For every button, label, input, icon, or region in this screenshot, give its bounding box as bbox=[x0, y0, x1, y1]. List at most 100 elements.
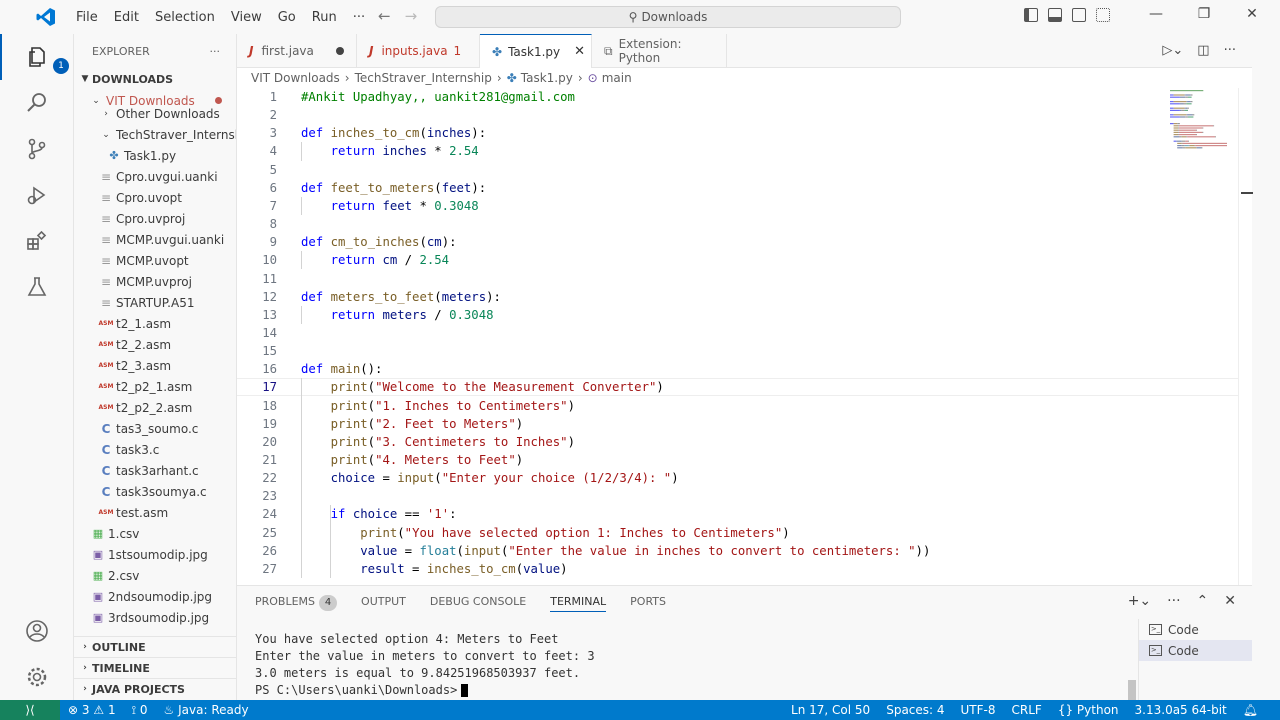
file-tree-item[interactable]: ≡ Cpro.uvgui.uanki bbox=[74, 166, 236, 187]
menu-item[interactable]: Selection bbox=[147, 10, 223, 25]
tab-extension-python[interactable]: ⧉ Extension: Python bbox=[592, 34, 727, 68]
java-status[interactable]: ♨ Java: Ready bbox=[156, 703, 257, 717]
end-of-line[interactable]: CRLF bbox=[1004, 703, 1050, 717]
menu-item[interactable]: View bbox=[223, 10, 270, 25]
file-tree-item[interactable]: ✤ Task1.py bbox=[74, 145, 236, 166]
file-tree-item[interactable]: ▣ 1stsoumodip.jpg bbox=[74, 544, 236, 565]
file-tree-item[interactable]: Ctask3soumya.c bbox=[74, 481, 236, 502]
tab-terminal[interactable]: TERMINAL bbox=[550, 595, 607, 612]
indent-guide bbox=[330, 505, 331, 579]
encoding[interactable]: UTF-8 bbox=[953, 703, 1004, 717]
file-tree-item[interactable]: ▦ 2.csv bbox=[74, 565, 236, 586]
file-tree-item[interactable]: ASM t2_1.asm bbox=[74, 313, 236, 334]
file-tree-item[interactable]: ≡ MCMP.uvproj bbox=[74, 271, 236, 292]
file-tree-item[interactable]: ASM t2_2.asm bbox=[74, 334, 236, 355]
minimize-icon[interactable]: — bbox=[1132, 6, 1180, 22]
terminal-scrollbar[interactable] bbox=[1128, 680, 1136, 701]
search-view-icon[interactable] bbox=[0, 80, 74, 126]
toggle-secondary-sidebar-icon[interactable] bbox=[1072, 8, 1086, 22]
close-window-icon[interactable]: ✕ bbox=[1228, 6, 1276, 22]
breadcrumb-item[interactable]: main bbox=[602, 71, 632, 85]
code-token: value bbox=[360, 543, 398, 558]
close-panel-icon[interactable]: ✕ bbox=[1224, 593, 1236, 609]
language-mode[interactable]: {} Python bbox=[1050, 703, 1127, 717]
file-tree-item[interactable]: ≡ MCMP.uvgui.uanki bbox=[74, 229, 236, 250]
restore-icon[interactable]: ❐ bbox=[1180, 6, 1228, 22]
toggle-panel-icon[interactable] bbox=[1048, 8, 1062, 22]
file-tree-item[interactable]: ASM t2_p2_2.asm bbox=[74, 397, 236, 418]
menu-item[interactable]: Run bbox=[304, 10, 345, 25]
file-tree-item[interactable]: Ctask3arhant.c bbox=[74, 460, 236, 481]
file-tree-item[interactable]: ≡ Cpro.uvopt bbox=[74, 187, 236, 208]
file-tree-item[interactable]: Ctask3.c bbox=[74, 439, 236, 460]
breadcrumb-item[interactable]: TechStraver_Internship bbox=[355, 71, 492, 85]
file-tree-item[interactable]: ▣ 3rdsoumodip.jpg bbox=[74, 607, 236, 628]
tab-task1-py[interactable]: ✤ Task1.py ✕ bbox=[480, 34, 592, 68]
code-line: 14 bbox=[237, 324, 1252, 342]
extensions-icon[interactable] bbox=[0, 218, 74, 264]
terminal-instance[interactable]: >_ Code bbox=[1139, 619, 1252, 640]
tab-output[interactable]: OUTPUT bbox=[361, 595, 406, 612]
menu-item[interactable]: Go bbox=[270, 10, 304, 25]
close-tab-icon[interactable]: ✕ bbox=[574, 44, 585, 59]
minimap[interactable] bbox=[1167, 88, 1227, 158]
more-actions-icon[interactable]: ··· bbox=[210, 45, 221, 58]
customize-layout-icon[interactable] bbox=[1096, 8, 1110, 22]
file-tree-item[interactable]: › Other Downloads bbox=[74, 103, 236, 124]
indentation[interactable]: Spaces: 4 bbox=[878, 703, 952, 717]
editor-more-actions-icon[interactable]: ··· bbox=[1224, 43, 1236, 58]
file-tree-item[interactable]: Ctas3_soumo.c bbox=[74, 418, 236, 439]
timeline-section[interactable]: › TIMELINE bbox=[74, 657, 236, 678]
file-tree-item[interactable]: ASM t2_p2_1.asm bbox=[74, 376, 236, 397]
breadcrumb-item[interactable]: Task1.py bbox=[521, 71, 573, 85]
indent-guide bbox=[301, 196, 302, 216]
settings-gear-icon[interactable] bbox=[0, 654, 74, 700]
tab-first-java[interactable]: J first.java bbox=[237, 34, 357, 68]
file-tree-item[interactable]: ASM test.asm bbox=[74, 502, 236, 523]
file-tree-item[interactable]: ▣ 2ndsoumodip.jpg bbox=[74, 586, 236, 607]
file-tree-item[interactable]: ▦ 1.csv bbox=[74, 523, 236, 544]
file-tree-item[interactable]: ASM t2_3.asm bbox=[74, 355, 236, 376]
panel-more-actions-icon[interactable]: ··· bbox=[1167, 593, 1180, 609]
code-editor[interactable]: 1 #Ankit Upadhyay,, uankit281@gmail.com 2 3… bbox=[237, 88, 1252, 585]
accounts-icon[interactable] bbox=[0, 608, 74, 654]
explorer-icon[interactable]: 1 bbox=[0, 34, 74, 80]
editor-scrollbar[interactable] bbox=[1238, 88, 1253, 585]
terminal-instance[interactable]: >_ Code bbox=[1139, 640, 1252, 661]
split-editor-icon[interactable]: ◫ bbox=[1197, 43, 1209, 58]
tab-inputs-java[interactable]: J inputs.java 1 bbox=[357, 34, 480, 68]
tab-problems[interactable]: PROBLEMS 4 bbox=[255, 595, 338, 612]
menu-item[interactable]: ··· bbox=[345, 10, 373, 25]
run-python-file-icon[interactable]: ▷⌄ bbox=[1162, 43, 1183, 58]
command-center-search[interactable]: ⚲ Downloads bbox=[435, 6, 901, 28]
back-arrow-icon[interactable]: ← bbox=[378, 7, 391, 25]
new-terminal-icon[interactable]: +⌄ bbox=[1128, 593, 1151, 609]
breadcrumb-item[interactable]: VIT Downloads bbox=[251, 71, 340, 85]
file-tree-item[interactable]: ≡ MCMP.uvopt bbox=[74, 250, 236, 271]
menu-item[interactable]: Edit bbox=[106, 10, 147, 25]
maximize-panel-icon[interactable]: ⌃ bbox=[1197, 593, 1209, 609]
downloads-root-section[interactable]: ▼ DOWNLOADS bbox=[74, 68, 236, 90]
java-projects-section[interactable]: › JAVA PROJECTS bbox=[74, 678, 236, 699]
run-debug-icon[interactable] bbox=[0, 172, 74, 218]
tab-ports[interactable]: PORTS bbox=[630, 595, 666, 612]
notifications-bell-icon[interactable]: 🔔︎ bbox=[1235, 703, 1266, 717]
file-tree-item[interactable]: ≡ STARTUP.A51 bbox=[74, 292, 236, 313]
remote-indicator-icon[interactable]: ⟩⟨ bbox=[0, 700, 60, 720]
source-control-icon[interactable] bbox=[0, 126, 74, 172]
outline-section[interactable]: › OUTLINE bbox=[74, 636, 236, 657]
ports-status[interactable]: ⟟ 0 bbox=[124, 703, 156, 718]
unsaved-dot-icon[interactable] bbox=[335, 47, 344, 55]
tab-debug-console[interactable]: DEBUG CONSOLE bbox=[430, 595, 526, 612]
problems-status[interactable]: ⊗ 3 ⚠ 1 bbox=[60, 703, 124, 717]
python-interpreter[interactable]: 3.13.0a5 64-bit bbox=[1127, 703, 1235, 717]
forward-arrow-icon[interactable]: → bbox=[405, 7, 418, 25]
terminal-output[interactable]: You have selected option 4: Meters to Fe… bbox=[255, 632, 1135, 700]
cursor-position[interactable]: Ln 17, Col 50 bbox=[783, 703, 878, 717]
menu-item[interactable]: File bbox=[68, 10, 106, 25]
testing-flask-icon[interactable] bbox=[0, 264, 74, 310]
file-tree-item[interactable]: ⌄ TechStraver_Internsh... bbox=[74, 124, 236, 145]
file-tree-item[interactable]: ≡ Cpro.uvproj bbox=[74, 208, 236, 229]
toggle-sidebar-icon[interactable] bbox=[1024, 8, 1038, 22]
line-number: 20 bbox=[262, 434, 277, 449]
